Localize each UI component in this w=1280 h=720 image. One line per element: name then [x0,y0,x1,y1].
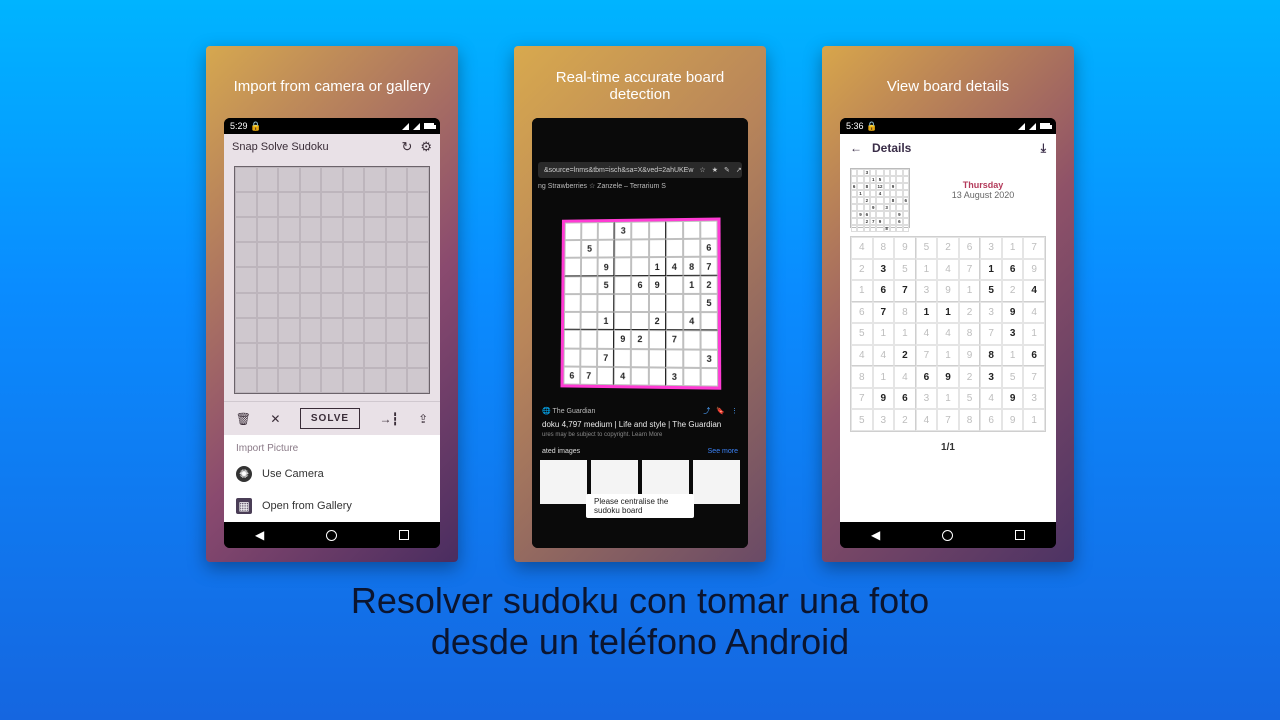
slides-row: Import from camera or gallery 5:29 🔒 Sna… [0,0,1280,562]
signal-icon [1029,123,1036,130]
status-time: 5:29 🔒 [230,121,261,132]
nav-bar: ◀ [224,522,440,548]
use-camera-label: Use Camera [262,468,324,480]
slide-1-caption: Import from camera or gallery [224,60,440,112]
wifi-icon [402,123,409,130]
result-subline: ures may be subject to copyright. Learn … [542,432,662,438]
solved-board: 4895263172351471691673915246781123945114… [850,236,1046,432]
gallery-icon: ▦ [236,498,252,514]
main-title-line2: desde un teléfono Android [0,621,1280,662]
app-bar: Snap Solve Sudoku ↻ ⚙ [224,134,440,160]
open-gallery-option[interactable]: ▦ Open from Gallery [224,490,440,522]
nav-home-icon[interactable] [942,530,953,541]
status-right [402,123,434,130]
browser-url-bar[interactable]: &source=lnms&tbm=isch&sa=X&ved=2ahUKEw ☆… [538,162,742,178]
star-fill-icon: ★ [712,167,718,174]
pager-label: 1/1 [850,432,1046,463]
delete-icon[interactable]: 🗑 [236,412,251,426]
status-bar-3: 5:36 🔒 [840,118,1056,134]
date-label: 13 August 2020 [920,190,1046,200]
back-icon[interactable]: ← [850,141,862,155]
camera-viewport: &source=lnms&tbm=isch&sa=X&ved=2ahUKEw ☆… [532,118,748,548]
status-time-3: 5:36 🔒 [846,121,877,132]
app-title: Snap Solve Sudoku [232,141,329,153]
open-gallery-label: Open from Gallery [262,500,352,512]
nav-back-icon[interactable]: ◀ [255,528,264,542]
camera-icon: ✺ [236,466,252,482]
toast-message: Please centralise the sudoku board [586,494,694,518]
share-icon[interactable]: ⇪ [418,412,428,426]
url-text: &source=lnms&tbm=isch&sa=X&ved=2ahUKEw [544,167,693,174]
detected-board-overlay: 35691487569125124927736743 [560,218,721,390]
nav-bar-3: ◀ [840,522,1056,548]
result-headline: doku 4,797 medium | Life and style | The… [542,420,738,429]
battery-icon [1040,123,1050,129]
battery-icon [424,123,434,129]
related-label: ated images [542,448,580,455]
see-more-link[interactable]: See more [708,448,738,455]
import-icon[interactable]: →┇ [379,412,398,426]
status-bar: 5:29 🔒 [224,118,440,134]
star-icon: ☆ [699,167,705,174]
nav-recent-icon[interactable] [1015,530,1025,540]
slide-2-frame: Real-time accurate board detection &sour… [514,46,766,562]
slide-3-device: 5:36 🔒 ← Details ⤓ 315681291428693969279… [840,118,1056,548]
nav-back-icon[interactable]: ◀ [871,528,880,542]
dow-label: Thursday [920,180,1046,190]
details-app-bar: ← Details ⤓ [840,134,1056,162]
mini-board: 31568129142869396927968 [850,168,910,228]
slide-2-device: &source=lnms&tbm=isch&sa=X&ved=2ahUKEw ☆… [532,118,748,548]
slide-3-frame: View board details 5:36 🔒 ← Details ⤓ 31… [822,46,1074,562]
nav-recent-icon[interactable] [399,530,409,540]
toolbar: 🗑 ✕ SOLVE →┇ ⇪ [224,401,440,435]
wifi-icon [1018,123,1025,130]
browser-tabs: ng Strawberries ☆ Zanzele – Terrarium S [538,180,742,192]
details-title: Details [872,141,911,155]
slide-1-frame: Import from camera or gallery 5:29 🔒 Sna… [206,46,458,562]
use-camera-option[interactable]: ✺ Use Camera [224,458,440,490]
source-label: 🌐 The Guardian [542,407,595,415]
main-title-line1: Resolver sudoku con tomar una foto [0,580,1280,621]
clear-icon[interactable]: ✕ [270,412,280,426]
source-line: 🌐 The Guardian ⤴ 🔖 ⋮ [542,406,738,416]
slide-2-caption: Real-time accurate board detection [532,60,748,112]
more-icon[interactable]: ⋮ [731,408,738,415]
nav-home-icon[interactable] [326,530,337,541]
sudoku-empty-grid[interactable] [234,166,430,394]
pen-icon: ✎ [724,167,730,174]
share-icon: ↗ [736,167,742,174]
share2-icon[interactable]: ⤴ [703,408,710,415]
download-icon[interactable]: ⤓ [1041,141,1046,156]
settings-icon[interactable]: ⚙ [420,139,432,155]
slide-3-caption: View board details [840,60,1056,112]
import-sheet: Import Picture ✺ Use Camera ▦ Open from Ga… [224,435,440,522]
slide-1-device: 5:29 🔒 Snap Solve Sudoku ↻ ⚙ 🗑 ✕ SOLVE →┇… [224,118,440,548]
history-icon[interactable]: ↻ [401,139,412,155]
board-date: Thursday 13 August 2020 [920,168,1046,200]
sheet-header: Import Picture [224,435,440,458]
bookmark-icon[interactable]: 🔖 [716,408,725,415]
solve-button[interactable]: SOLVE [300,408,360,429]
related-row: ated images See more [542,448,738,455]
signal-icon [413,123,420,130]
details-body: 31568129142869396927968 Thursday 13 Augu… [840,162,1056,522]
grid-area [224,160,440,401]
main-title: Resolver sudoku con tomar una foto desde… [0,580,1280,663]
